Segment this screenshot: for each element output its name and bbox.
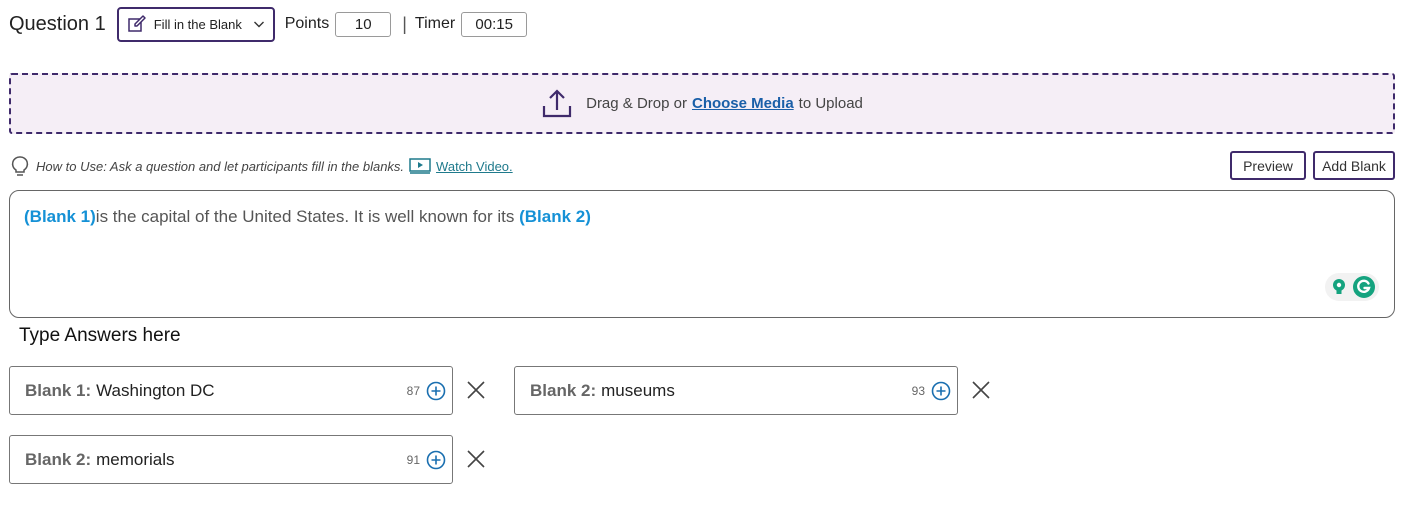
blank-tag-2[interactable]: (Blank 2) xyxy=(519,207,591,226)
answer-blank-label: Blank 2: xyxy=(530,380,597,400)
answer-field[interactable]: Blank 2: memorials 91 xyxy=(9,435,453,484)
chevron-down-icon xyxy=(253,21,264,28)
grammarly-widget[interactable] xyxy=(1325,273,1379,301)
choose-media-link[interactable]: Choose Media xyxy=(692,95,794,112)
grammarly-bulb-icon xyxy=(1332,279,1345,294)
answer-value[interactable]: memorials xyxy=(96,450,407,470)
question-type-dropdown[interactable]: Fill in the Blank xyxy=(116,6,275,42)
answer-blank-label: Blank 2: xyxy=(25,449,92,469)
media-upload-dropzone[interactable]: Drag & Drop or Choose Media to Upload xyxy=(9,73,1395,134)
header-separator: | xyxy=(402,13,407,34)
close-x-icon[interactable] xyxy=(970,379,992,401)
watch-video-link[interactable]: Watch Video. xyxy=(436,159,513,174)
question-header: Question 1 Fill in the Blank Points | Ti… xyxy=(9,6,528,42)
points-label: Points xyxy=(284,15,330,32)
preview-button[interactable]: Preview xyxy=(1230,151,1306,180)
answer-field[interactable]: Blank 2: museums 93 xyxy=(514,366,958,415)
edit-pen-icon xyxy=(127,15,146,32)
plus-circle-icon[interactable] xyxy=(426,450,446,470)
timer-label: Timer xyxy=(414,15,456,32)
question-title: Question 1 xyxy=(9,12,106,35)
upload-text-before: Drag & Drop or xyxy=(586,95,687,112)
plus-circle-icon[interactable] xyxy=(426,381,446,401)
answer-value[interactable]: Washington DC xyxy=(96,381,407,401)
timer-input[interactable] xyxy=(461,11,528,37)
blank-tag-1[interactable]: (Blank 1) xyxy=(24,207,96,226)
answer-blank-label: Blank 1: xyxy=(25,380,92,400)
lightbulb-icon xyxy=(11,156,29,176)
answer-char-count: 87 xyxy=(406,383,420,398)
editor-text: is the capital of the United States. It … xyxy=(95,207,520,226)
answers-heading: Type Answers here xyxy=(19,325,181,346)
answer-char-count: 91 xyxy=(406,452,420,467)
close-x-icon[interactable] xyxy=(465,448,487,470)
video-play-icon[interactable] xyxy=(409,158,431,174)
plus-circle-icon[interactable] xyxy=(931,381,951,401)
help-text: How to Use: Ask a question and let parti… xyxy=(36,158,405,174)
grammarly-logo-icon xyxy=(1352,276,1375,298)
answer-field[interactable]: Blank 1: Washington DC 87 xyxy=(9,366,453,415)
upload-arrow-icon xyxy=(543,88,572,117)
close-x-icon[interactable] xyxy=(465,379,487,401)
question-type-label: Fill in the Blank xyxy=(153,16,242,32)
help-row: How to Use: Ask a question and let parti… xyxy=(10,155,513,177)
answer-char-count: 93 xyxy=(911,383,925,398)
question-text-editor[interactable]: (Blank 1)is the capital of the United St… xyxy=(9,190,1395,318)
add-blank-button[interactable]: Add Blank xyxy=(1313,151,1395,180)
answer-value[interactable]: museums xyxy=(601,381,912,401)
points-input[interactable] xyxy=(335,11,392,37)
upload-text-after: to Upload xyxy=(798,95,863,112)
